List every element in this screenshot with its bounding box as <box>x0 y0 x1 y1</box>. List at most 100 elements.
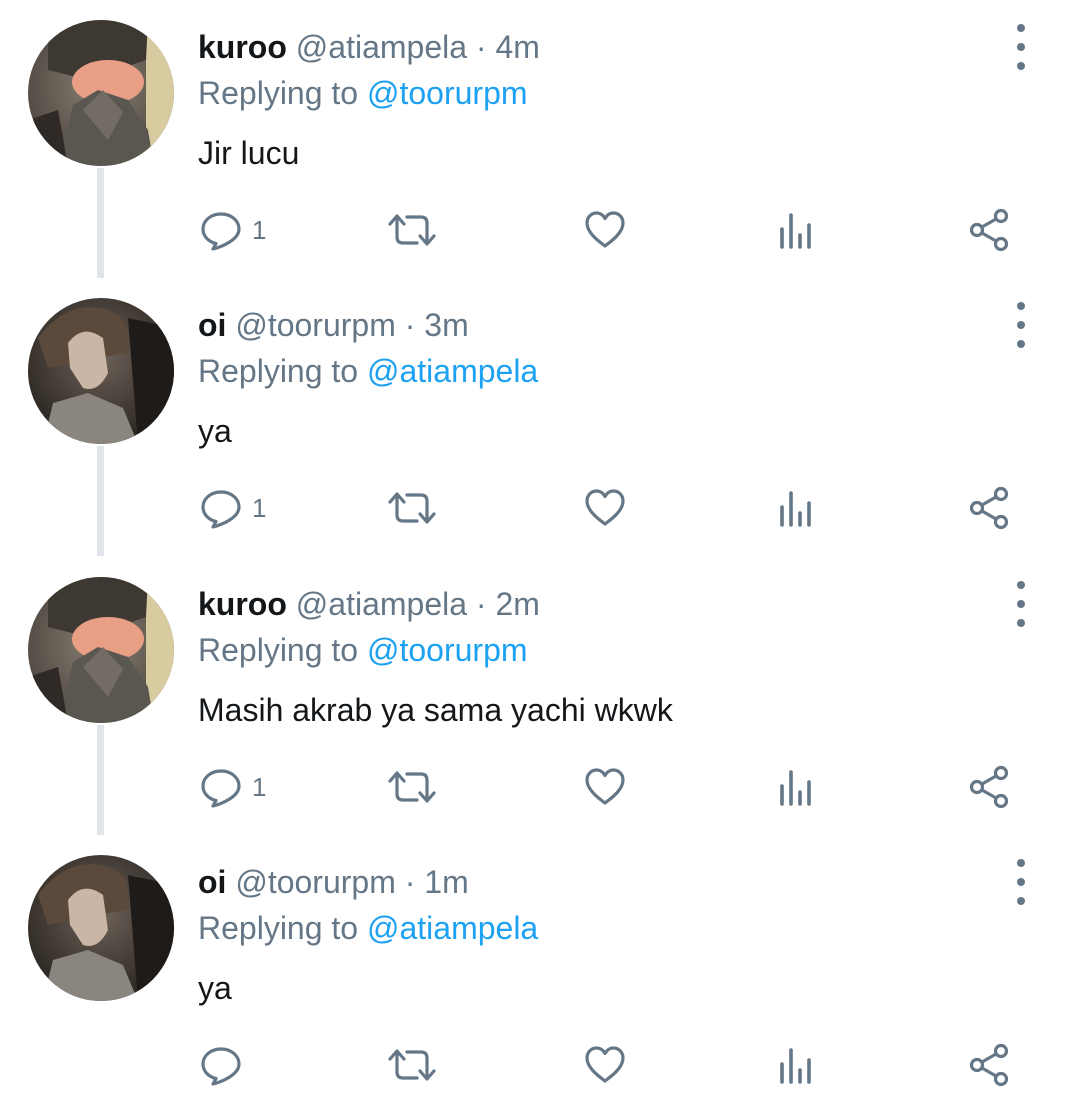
reply-icon <box>201 212 241 251</box>
tweet-text: Masih akrab ya sama yachi wkwk <box>198 692 673 728</box>
more-vertical-icon[interactable] <box>1004 302 1038 348</box>
like-button[interactable] <box>583 763 627 811</box>
user-handle[interactable]: @toorurpm <box>235 864 396 900</box>
retweet-button[interactable] <box>385 206 439 254</box>
user-handle[interactable]: @atiampela <box>296 586 467 622</box>
separator: · <box>404 864 416 900</box>
user-handle[interactable]: @atiampela <box>296 29 467 65</box>
retweet-button[interactable] <box>385 484 439 532</box>
tweet[interactable]: kuroo @atiampela · 2m Replying to @tooru… <box>0 557 1080 835</box>
analytics-button[interactable] <box>777 763 817 811</box>
replying-to-link[interactable]: @atiampela <box>367 353 538 389</box>
avatar[interactable] <box>28 577 174 723</box>
replying-to: Replying to @toorurpm <box>198 629 528 671</box>
retweet-icon <box>388 492 436 524</box>
reply-icon <box>201 490 241 529</box>
avatar[interactable] <box>28 855 174 1001</box>
analytics-icon <box>780 213 811 249</box>
reply-button[interactable] <box>198 1041 252 1089</box>
like-button[interactable] <box>583 206 627 254</box>
replying-to-link[interactable]: @atiampela <box>367 910 538 946</box>
separator: · <box>404 307 416 343</box>
action-bar: 1 <box>0 206 1080 254</box>
avatar[interactable] <box>28 20 174 166</box>
analytics-icon <box>780 491 811 527</box>
person-avatar-image <box>28 855 174 1001</box>
reply-icon <box>201 1047 241 1086</box>
analytics-button[interactable] <box>777 484 817 532</box>
tweet-header: oi @toorurpm · 1m <box>198 861 469 903</box>
retweet-button[interactable] <box>385 763 439 811</box>
display-name[interactable]: oi <box>198 864 226 900</box>
tweet[interactable]: oi @toorurpm · 1m Replying to @atiampela… <box>0 835 1080 1113</box>
person-avatar-image <box>28 298 174 444</box>
timestamp[interactable]: 1m <box>424 864 468 900</box>
reply-icon <box>201 769 241 808</box>
tweet-header: kuroo @atiampela · 4m <box>198 26 540 68</box>
display-name[interactable]: kuroo <box>198 586 287 622</box>
replying-to: Replying to @toorurpm <box>198 72 528 114</box>
heart-icon <box>585 768 625 805</box>
display-name[interactable]: kuroo <box>198 29 287 65</box>
more-vertical-icon[interactable] <box>1004 24 1038 70</box>
share-icon <box>969 486 1009 530</box>
replying-to-label: Replying to <box>198 632 367 668</box>
reply-button[interactable]: 1 <box>198 206 266 254</box>
replying-to-label: Replying to <box>198 353 367 389</box>
reply-count: 1 <box>252 493 267 523</box>
share-button[interactable] <box>966 206 1012 254</box>
retweet-icon <box>388 771 436 803</box>
like-button[interactable] <box>583 1041 627 1089</box>
analytics-button[interactable] <box>777 206 817 254</box>
share-button[interactable] <box>966 1041 1012 1089</box>
heart-icon <box>585 489 625 526</box>
tweet-text: Jir lucu <box>198 135 300 171</box>
action-bar <box>0 1041 1080 1089</box>
share-button[interactable] <box>966 484 1012 532</box>
timestamp[interactable]: 3m <box>424 307 468 343</box>
display-name[interactable]: oi <box>198 307 226 343</box>
share-icon <box>969 1043 1009 1087</box>
share-icon <box>969 208 1009 252</box>
cat-avatar-image <box>28 20 174 166</box>
timestamp[interactable]: 4m <box>495 29 539 65</box>
replying-to-label: Replying to <box>198 75 367 111</box>
reply-button[interactable]: 1 <box>198 484 266 532</box>
action-bar: 1 <box>0 763 1080 811</box>
reply-count: 1 <box>252 215 267 245</box>
tweet-text: ya <box>198 413 232 449</box>
replying-to: Replying to @atiampela <box>198 350 538 392</box>
retweet-icon <box>388 214 436 246</box>
analytics-icon <box>780 1048 811 1084</box>
more-vertical-icon[interactable] <box>1004 859 1038 905</box>
action-bar: 1 <box>0 484 1080 532</box>
tweet-header: kuroo @atiampela · 2m <box>198 583 540 625</box>
heart-icon <box>585 211 625 248</box>
replying-to-link[interactable]: @toorurpm <box>367 632 528 668</box>
avatar[interactable] <box>28 298 174 444</box>
separator: · <box>475 29 487 65</box>
timestamp[interactable]: 2m <box>495 586 539 622</box>
tweet-thread: kuroo @atiampela · 4m Replying to @tooru… <box>0 0 1080 1108</box>
replying-to-link[interactable]: @toorurpm <box>367 75 528 111</box>
retweet-icon <box>388 1049 436 1081</box>
like-button[interactable] <box>583 484 627 532</box>
heart-icon <box>585 1046 625 1083</box>
more-vertical-icon[interactable] <box>1004 581 1038 627</box>
replying-to: Replying to @atiampela <box>198 907 538 949</box>
tweet-text: ya <box>198 970 232 1006</box>
user-handle[interactable]: @toorurpm <box>235 307 396 343</box>
separator: · <box>475 586 487 622</box>
reply-button[interactable]: 1 <box>198 763 266 811</box>
reply-count: 1 <box>252 772 267 802</box>
retweet-button[interactable] <box>385 1041 439 1089</box>
tweet[interactable]: oi @toorurpm · 3m Replying to @atiampela… <box>0 278 1080 556</box>
cat-avatar-image <box>28 577 174 723</box>
share-button[interactable] <box>966 763 1012 811</box>
tweet[interactable]: kuroo @atiampela · 4m Replying to @tooru… <box>0 0 1080 278</box>
share-icon <box>969 765 1009 809</box>
replying-to-label: Replying to <box>198 910 367 946</box>
tweet-header: oi @toorurpm · 3m <box>198 304 469 346</box>
analytics-icon <box>780 770 811 806</box>
analytics-button[interactable] <box>777 1041 817 1089</box>
